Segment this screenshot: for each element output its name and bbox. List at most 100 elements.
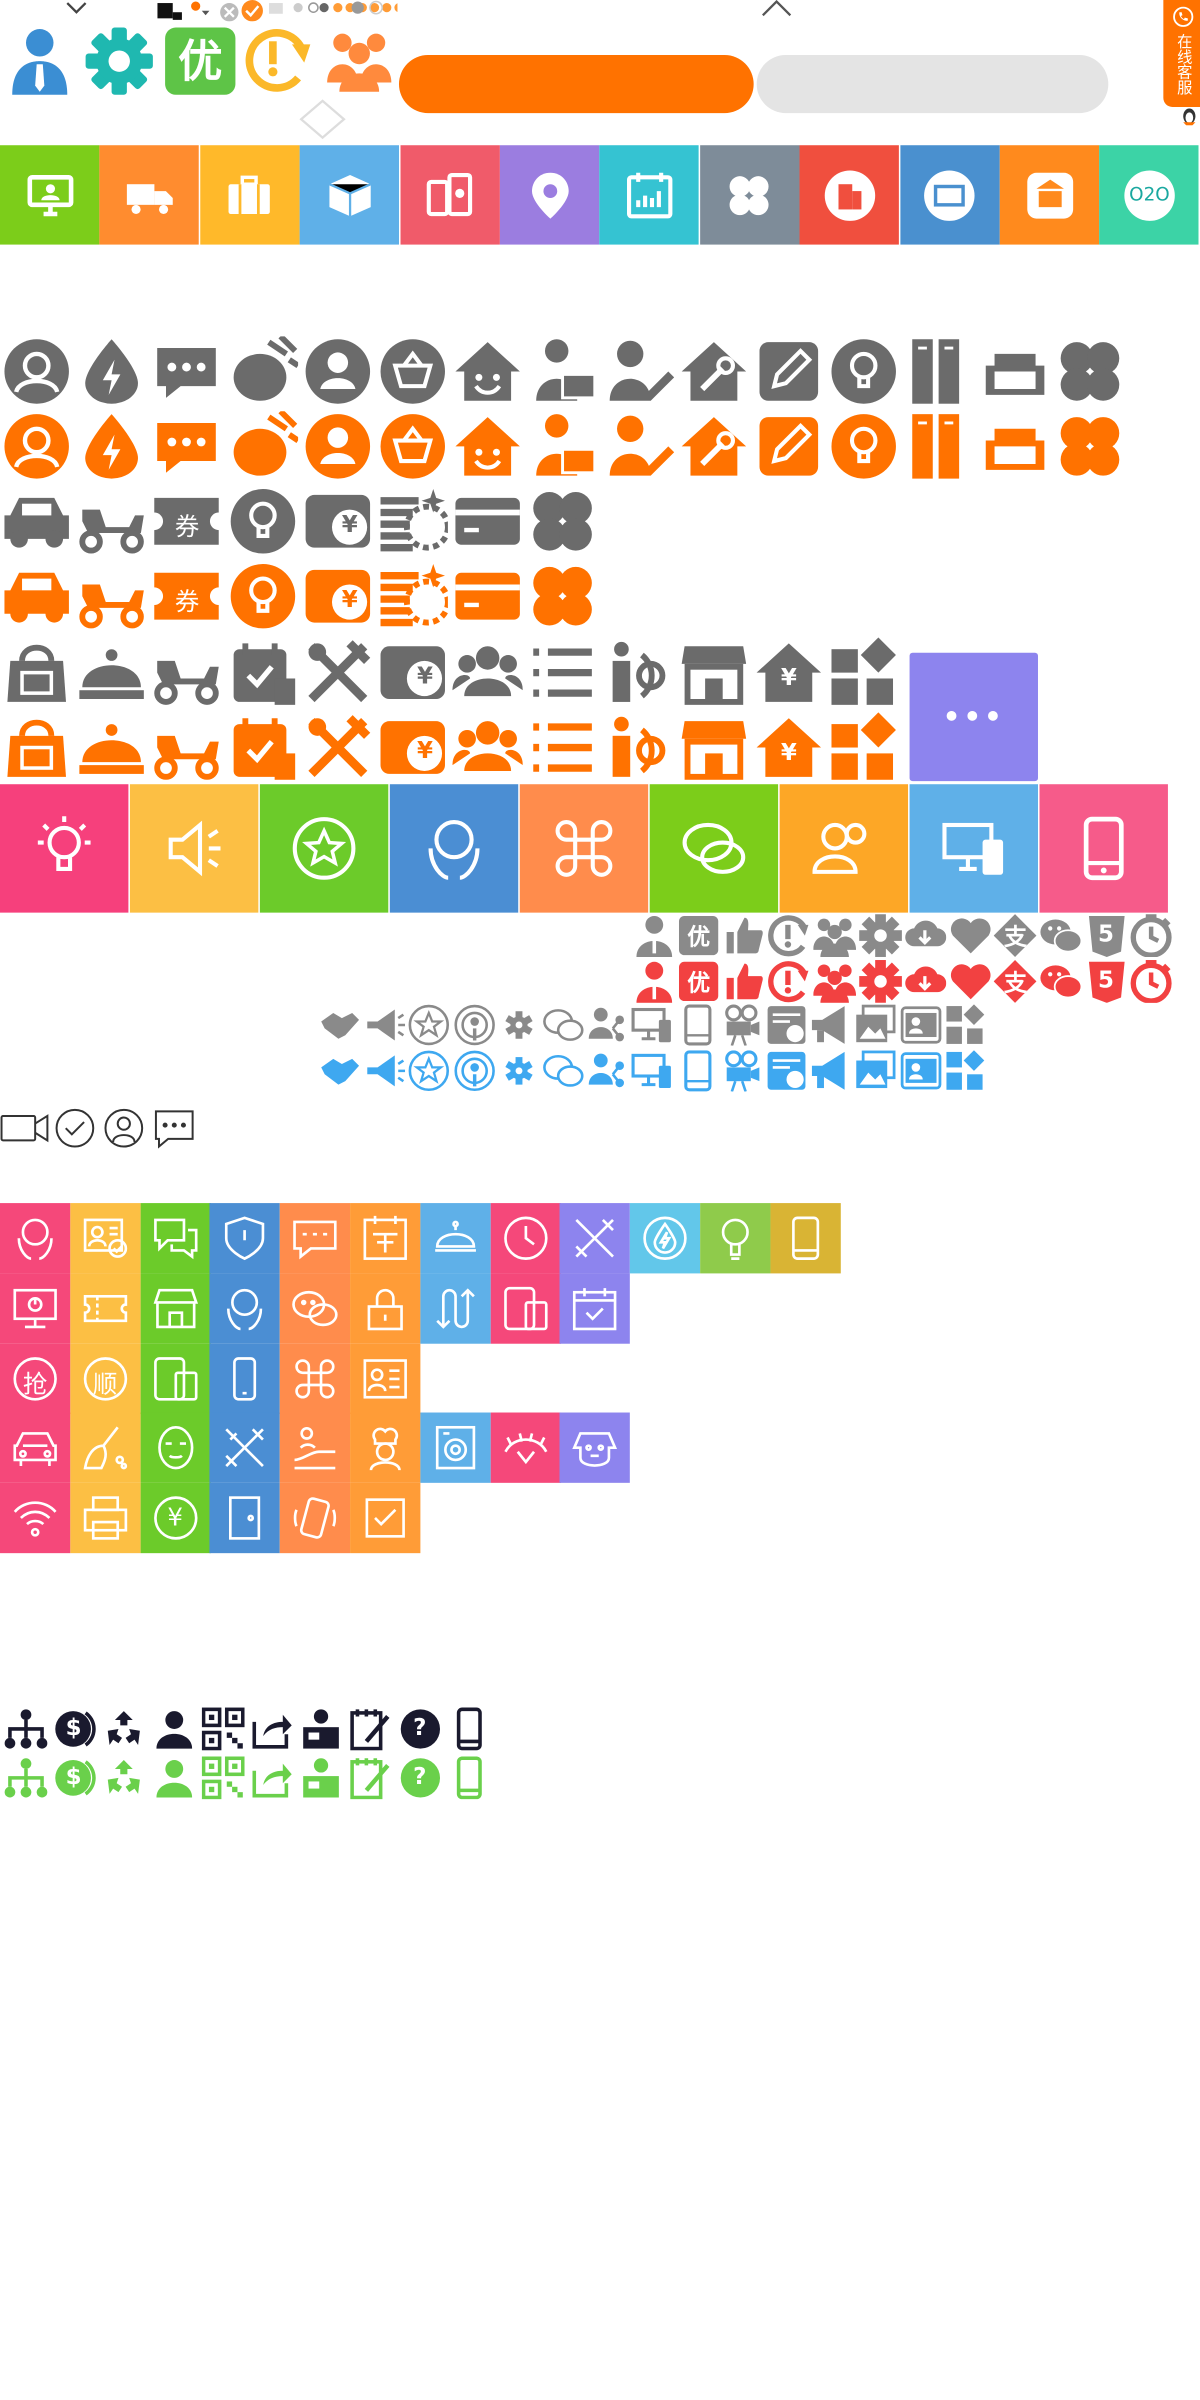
building-tile[interactable]: [799, 145, 900, 245]
basket-icon[interactable]: [376, 411, 449, 481]
qr-icon[interactable]: [200, 1755, 246, 1801]
shake-grid-tile[interactable]: [280, 1483, 351, 1554]
apps-small-icon[interactable]: [943, 1003, 987, 1047]
dropb-grid-tile[interactable]: [630, 1203, 701, 1274]
bulbc-icon[interactable]: [226, 561, 299, 631]
dollar-icon[interactable]: $: [52, 1706, 98, 1752]
org-icon[interactable]: [3, 1706, 49, 1752]
updown-grid-tile[interactable]: [420, 1273, 491, 1344]
box-tile[interactable]: [299, 145, 400, 245]
zhi-small-icon[interactable]: 支: [993, 958, 1037, 1003]
clover-icon[interactable]: [526, 486, 599, 556]
dog-grid-tile[interactable]: [560, 1413, 631, 1484]
resume-grid-tile[interactable]: [350, 1343, 421, 1414]
shop-icon[interactable]: [677, 637, 750, 707]
door-grid-tile[interactable]: [210, 1483, 281, 1554]
walletyen-icon[interactable]: ¥: [301, 486, 374, 556]
car-grid-tile[interactable]: [0, 1413, 71, 1484]
tools2-grid-tile[interactable]: [210, 1413, 281, 1484]
qr-icon[interactable]: [200, 1706, 246, 1752]
mobile-icon[interactable]: [446, 1755, 492, 1801]
list-icon[interactable]: [526, 637, 599, 707]
thumb-small-icon[interactable]: [722, 958, 766, 1002]
bag-icon[interactable]: [0, 712, 73, 782]
horn-small-icon[interactable]: [809, 1049, 853, 1093]
shop-icon[interactable]: [677, 712, 750, 782]
chat-tile[interactable]: [649, 784, 779, 913]
starcircle-tile[interactable]: [259, 784, 389, 913]
monitor-tile[interactable]: [0, 145, 100, 245]
recycle-icon[interactable]: [101, 1706, 147, 1752]
phone-small-icon[interactable]: [675, 1049, 719, 1093]
coins-icon[interactable]: [376, 486, 449, 556]
check-grid-tile[interactable]: [350, 1483, 421, 1554]
person-icon[interactable]: [301, 336, 374, 406]
courier-icon[interactable]: [526, 411, 599, 481]
houseyen-icon[interactable]: ¥: [752, 712, 825, 782]
temple-tile[interactable]: [999, 145, 1100, 245]
person-icon[interactable]: [301, 411, 374, 481]
timer-small-icon[interactable]: [1129, 913, 1173, 957]
calcheck-grid-tile[interactable]: [560, 1273, 631, 1344]
photos-small-icon[interactable]: [854, 1003, 898, 1047]
bill-small-icon[interactable]: [764, 1049, 808, 1093]
staff-icon[interactable]: [298, 1755, 344, 1801]
clover-icon[interactable]: [1053, 336, 1126, 406]
handshake-small-icon[interactable]: [318, 1049, 362, 1093]
shareout-icon[interactable]: [249, 1755, 295, 1801]
pencil-icon[interactable]: [752, 411, 825, 481]
hands-grid-tile[interactable]: [210, 1273, 281, 1344]
bulbc-icon[interactable]: [827, 411, 900, 481]
walletyen-icon[interactable]: ¥: [376, 712, 449, 782]
circle-grid-tile[interactable]: 顺: [70, 1343, 141, 1414]
bubble-grid-tile[interactable]: [280, 1203, 351, 1274]
h5-small-icon[interactable]: 5: [1084, 958, 1128, 1003]
info-icon[interactable]: [602, 712, 675, 782]
bill-small-icon[interactable]: [764, 1003, 808, 1047]
cloche-icon[interactable]: [75, 712, 148, 782]
bubble-icon[interactable]: [150, 411, 223, 481]
mobile-icon[interactable]: [446, 1706, 492, 1752]
question-icon[interactable]: ?: [397, 1755, 443, 1801]
mobile-tile[interactable]: [1039, 784, 1168, 913]
clover-icon[interactable]: [526, 561, 599, 631]
zhi-small-icon[interactable]: 支: [993, 913, 1037, 957]
sofa-icon[interactable]: [978, 411, 1051, 481]
alert-small-icon[interactable]: [767, 958, 811, 1002]
you-small-icon[interactable]: 优: [677, 958, 721, 1002]
recycle-icon[interactable]: [101, 1755, 147, 1801]
group-small-icon[interactable]: [812, 958, 856, 1003]
suitcase-tile[interactable]: [199, 145, 300, 245]
projector-small-icon[interactable]: [720, 1003, 764, 1047]
heart-small-icon[interactable]: [948, 913, 992, 957]
alert-small-icon[interactable]: [767, 913, 811, 957]
cmd-grid-tile[interactable]: [280, 1343, 351, 1414]
mask-grid-tile[interactable]: [140, 1413, 211, 1484]
idcard-small-icon[interactable]: [898, 1049, 942, 1093]
gray-pill-button[interactable]: [756, 55, 1109, 114]
ticket-tile[interactable]: [899, 145, 1000, 245]
phones-tile[interactable]: [399, 145, 500, 245]
houseyen-icon[interactable]: ¥: [752, 637, 825, 707]
truck-tile[interactable]: [99, 145, 200, 245]
card-icon[interactable]: [451, 561, 524, 631]
wechat-small-icon[interactable]: [1039, 913, 1083, 957]
idcheck-grid-tile[interactable]: [70, 1203, 141, 1274]
cloud-small-icon[interactable]: [903, 958, 947, 1002]
drop-icon[interactable]: [75, 411, 148, 481]
cog-small-icon[interactable]: [497, 1003, 541, 1047]
devices-grid-tile[interactable]: [140, 1343, 211, 1414]
bulb-tile[interactable]: [0, 784, 129, 913]
cloche-icon[interactable]: [75, 637, 148, 707]
bulb-grid-tile[interactable]: [700, 1203, 771, 1274]
megaphone-small-icon[interactable]: [363, 1003, 407, 1047]
wechat-grid-tile[interactable]: [280, 1273, 351, 1344]
desktop-small-icon[interactable]: [630, 1049, 674, 1093]
basket-icon[interactable]: [376, 336, 449, 406]
clover-icon[interactable]: [1053, 411, 1126, 481]
suit-small-icon[interactable]: [631, 913, 675, 957]
notes-icon[interactable]: [348, 1755, 394, 1801]
bird-icon[interactable]: [226, 411, 299, 481]
wifi-grid-tile[interactable]: [0, 1483, 71, 1554]
walletyen-icon[interactable]: ¥: [376, 637, 449, 707]
